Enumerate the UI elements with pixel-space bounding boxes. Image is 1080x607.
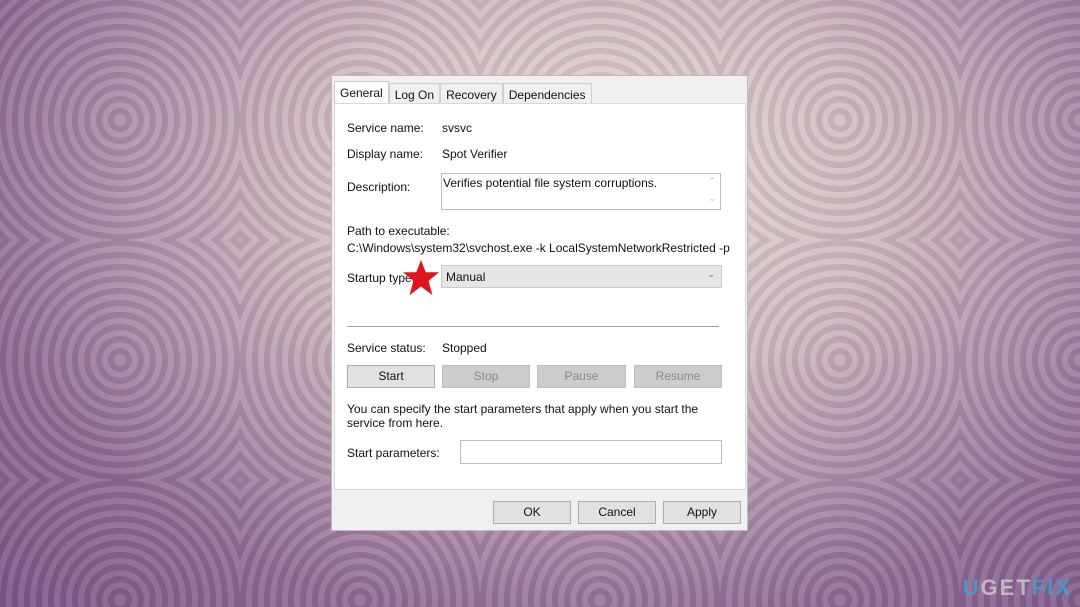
service-properties-dialog: General Log On Recovery Dependencies Ser… bbox=[331, 75, 748, 531]
watermark-logo: UGETFIX bbox=[962, 575, 1072, 600]
startup-type-dropdown[interactable]: Manual ⌄ bbox=[441, 265, 722, 288]
pause-button[interactable]: Pause bbox=[537, 365, 626, 388]
divider bbox=[347, 326, 719, 327]
general-panel: Service name: svsvc Display name: Spot V… bbox=[334, 103, 746, 490]
red-star-annotation-icon bbox=[402, 259, 440, 296]
description-text: Verifies potential file system corruptio… bbox=[443, 176, 658, 190]
path-value: C:\Windows\system32\svchost.exe -k Local… bbox=[347, 241, 730, 255]
scroll-up-icon[interactable]: ⌃ bbox=[708, 176, 716, 187]
description-textbox[interactable]: Verifies potential file system corruptio… bbox=[441, 173, 721, 210]
tab-general[interactable]: General bbox=[334, 81, 389, 105]
tab-recovery[interactable]: Recovery bbox=[440, 83, 503, 104]
service-status-label: Service status: bbox=[347, 341, 426, 355]
service-name-value: svsvc bbox=[442, 121, 472, 135]
tab-bar: General Log On Recovery Dependencies bbox=[334, 81, 592, 105]
ok-button[interactable]: OK bbox=[493, 501, 571, 524]
help-text: You can specify the start parameters tha… bbox=[347, 402, 699, 430]
start-parameters-label: Start parameters: bbox=[347, 446, 440, 460]
chevron-down-icon: ⌄ bbox=[707, 269, 715, 279]
service-name-label: Service name: bbox=[347, 121, 424, 135]
cancel-button[interactable]: Cancel bbox=[578, 501, 656, 524]
display-name-label: Display name: bbox=[347, 147, 424, 161]
start-parameters-input[interactable] bbox=[460, 440, 722, 464]
service-status-value: Stopped bbox=[442, 341, 487, 355]
tab-log-on[interactable]: Log On bbox=[388, 83, 441, 104]
description-label: Description: bbox=[347, 180, 411, 194]
apply-button[interactable]: Apply bbox=[663, 501, 741, 524]
startup-type-value: Manual bbox=[446, 270, 486, 284]
stop-button[interactable]: Stop bbox=[442, 365, 530, 388]
tab-dependencies[interactable]: Dependencies bbox=[502, 83, 592, 104]
display-name-value: Spot Verifier bbox=[442, 147, 508, 161]
resume-button[interactable]: Resume bbox=[634, 365, 722, 388]
start-button[interactable]: Start bbox=[347, 365, 435, 388]
scroll-down-icon[interactable]: ⌄ bbox=[708, 193, 716, 204]
path-label: Path to executable: bbox=[347, 224, 450, 238]
